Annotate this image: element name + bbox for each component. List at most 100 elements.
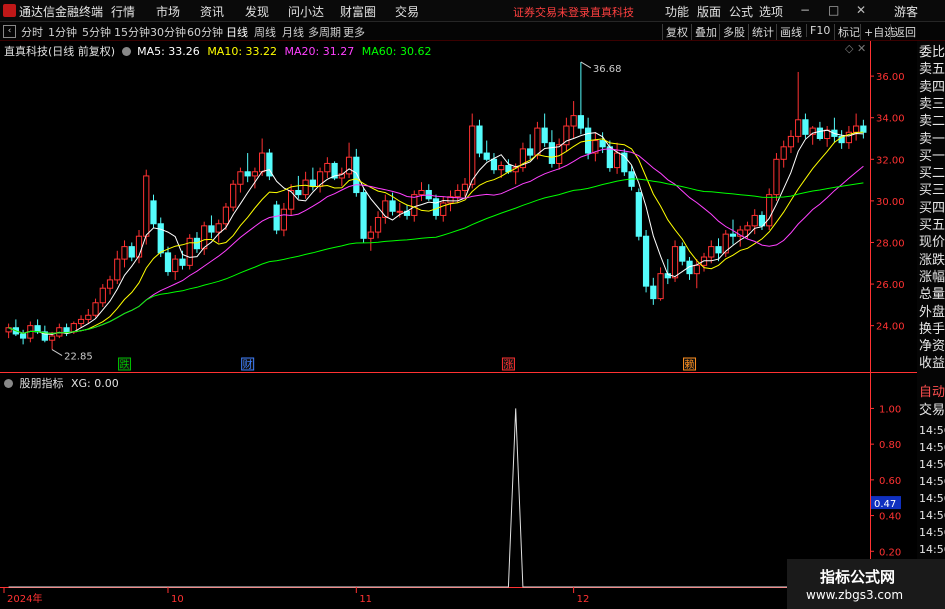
sub-settings-icon[interactable]	[4, 379, 13, 388]
maximize-icon[interactable]: □	[828, 3, 839, 17]
candle	[244, 171, 251, 177]
menu-item[interactable]: 发现	[245, 3, 269, 20]
quote-panel: 委比 卖五 卖四 卖三 卖二 卖一 买一 买二 买三 买四 买五 现价 涨跌 涨幅 总量 外盘 换手 净资 收益 自动…	[917, 41, 945, 609]
toolbar-button[interactable]: 多股	[719, 24, 748, 40]
candle	[353, 156, 360, 194]
event-marker-label: 赖	[685, 359, 695, 371]
back-arrow-icon[interactable]: ‹	[3, 25, 16, 38]
period-tab[interactable]: 5分钟	[82, 24, 111, 40]
candle	[787, 135, 795, 148]
candle	[92, 302, 99, 316]
auto-trade-button[interactable]: 自动	[919, 384, 945, 401]
period-tab[interactable]: 15分钟	[114, 24, 150, 40]
quote-field-label: 买四	[919, 200, 945, 216]
toolbar-button[interactable]: 复权	[662, 24, 691, 40]
menu-right-item[interactable]: 选项	[759, 3, 783, 20]
login-warning[interactable]: 证券交易未登录	[513, 4, 590, 20]
collapse-icon[interactable]: ◇ ✕	[845, 42, 866, 55]
candle	[454, 189, 461, 198]
candle	[222, 206, 230, 225]
period-tab[interactable]: 30分钟	[150, 24, 186, 40]
minimize-icon[interactable]: −	[800, 3, 810, 17]
toolbar-button[interactable]: 返回	[890, 24, 919, 40]
period-tab[interactable]: 分时	[21, 24, 43, 40]
candle	[128, 246, 135, 258]
toolbar-button[interactable]: 统计	[748, 24, 777, 40]
candle	[613, 152, 621, 169]
candle	[548, 142, 556, 164]
candle	[570, 115, 577, 127]
quote-field-label: 收益	[919, 356, 945, 372]
period-tab[interactable]: 1分钟	[48, 24, 77, 40]
top-stock-name: 直真科技	[590, 6, 634, 19]
candle	[309, 179, 316, 187]
indicator-tick-label: 1.00	[879, 404, 901, 415]
candle	[251, 171, 259, 177]
candle	[708, 246, 715, 258]
candle	[208, 225, 215, 233]
candle	[432, 198, 440, 216]
menu-item[interactable]: 行情	[111, 3, 135, 20]
candle	[143, 175, 150, 237]
candle	[85, 314, 92, 320]
quote-field-label: 卖二	[919, 114, 945, 130]
candle	[114, 258, 121, 281]
menu-item[interactable]: 问小达	[288, 3, 324, 20]
period-tab[interactable]: 60分钟	[187, 24, 223, 40]
candle	[345, 156, 353, 175]
ma10-value: MA10: 33.22	[207, 45, 278, 58]
indicator-name: 股朋指标	[19, 377, 64, 390]
menu-item[interactable]: 交易	[395, 3, 419, 20]
candle	[396, 210, 403, 213]
toolbar-button[interactable]: 标记	[834, 24, 863, 40]
indicator-chart[interactable]: 1.000.800.600.400.200.472024年10111212	[0, 373, 917, 609]
ma5-value: MA5: 33.26	[137, 45, 200, 58]
toolbar-button[interactable]: 叠加	[691, 24, 720, 40]
period-tab[interactable]: 周线	[254, 24, 276, 40]
candle	[642, 235, 650, 287]
period-tab[interactable]: 日线	[226, 24, 248, 40]
candle	[172, 258, 179, 273]
quote-field-label: 卖三	[919, 96, 945, 112]
candle	[48, 335, 56, 341]
menu-item[interactable]: 财富圈	[340, 3, 376, 20]
quote-field-label: 买一	[919, 148, 945, 164]
quote-field-label: 买三	[919, 183, 945, 199]
period-tab[interactable]: 多周期	[308, 24, 341, 40]
ma20-value: MA20: 31.27	[284, 45, 355, 58]
menu-right-item[interactable]: 功能	[665, 3, 689, 20]
candle	[150, 200, 157, 225]
candle	[237, 171, 244, 185]
trade-button[interactable]: 交易	[919, 402, 945, 419]
candle	[780, 146, 787, 160]
ma-settings-icon[interactable]	[121, 47, 131, 56]
close-icon[interactable]: ✕	[856, 3, 866, 17]
guest-button[interactable]: 游客	[894, 3, 918, 20]
candle	[606, 146, 613, 169]
high-marker-line	[580, 61, 592, 69]
candle	[360, 192, 367, 239]
period-tab[interactable]: 更多	[343, 24, 365, 40]
period-toolbar: ‹ 分时 1分钟 5分钟 15分钟 30分钟 60分钟 日线 周线 月线 多周期 更多 复权 叠加 多股…	[0, 22, 945, 41]
menu-item[interactable]: 资讯	[200, 3, 224, 20]
menu-right-item[interactable]: 公式	[729, 3, 753, 20]
quote-field-label: 卖五	[919, 62, 945, 78]
candle	[99, 287, 106, 304]
toolbar-button[interactable]: 画线	[776, 24, 805, 40]
quote-field-label: 外盘	[919, 304, 945, 320]
price-chart[interactable]: 36.00 34.00 32.00 30.00 28.00 26.00 24.00 36.68…	[0, 41, 917, 373]
candle	[657, 273, 664, 300]
candle	[215, 223, 222, 233]
app-title: 通达信金融终端	[19, 5, 104, 19]
candle	[157, 223, 164, 254]
period-tab[interactable]: 月线	[282, 24, 304, 40]
toolbar-button[interactable]: F10	[806, 24, 833, 37]
low-marker-line	[51, 349, 63, 356]
candle	[671, 246, 679, 279]
candle	[693, 264, 700, 275]
menu-right-item[interactable]: 版面	[697, 3, 721, 20]
event-marker-label: 跌	[120, 358, 130, 371]
candle	[418, 189, 425, 196]
menu-item[interactable]: 市场	[156, 3, 180, 20]
candle	[679, 246, 686, 262]
